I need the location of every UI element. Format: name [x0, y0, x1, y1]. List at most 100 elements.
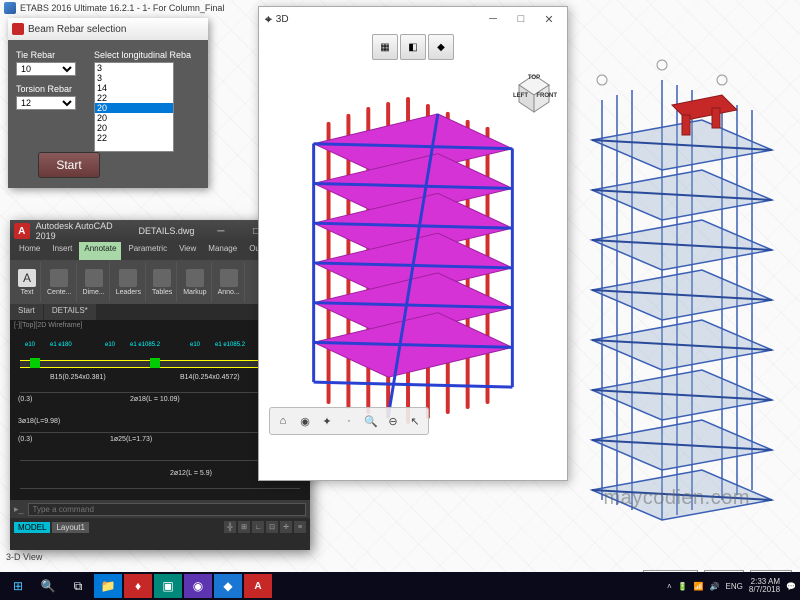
tray-network-icon[interactable]: 📶 [694, 582, 704, 591]
status-icon[interactable]: ⊡ [266, 521, 278, 533]
select-icon[interactable]: ↖ [405, 411, 425, 431]
rebar-app-icon [12, 23, 24, 35]
dim-text: e10 [190, 342, 200, 348]
rebar-selection-dialog: Beam Rebar selection Tie Rebar 10 Torsio… [8, 18, 208, 188]
command-prompt-icon: ▸_ [14, 504, 24, 515]
tray-volume-icon[interactable]: 🔊 [710, 582, 720, 591]
status-icon[interactable]: ≡ [294, 521, 306, 533]
csi-3d-nav-toolbar: ⌂ ◉ ✦ · 🔍 ⊖ ↖ [269, 407, 429, 435]
notifications-icon[interactable]: 💬 [786, 582, 796, 591]
ribbon-group-tables[interactable]: Tables [148, 262, 177, 302]
status-icon[interactable]: ∟ [252, 521, 264, 533]
csi-3d-viewer-window: ⌖ 3D ─ □ ✕ ▦ ◧ ◆ [258, 6, 568, 481]
task-view-icon[interactable]: ⧉ [64, 574, 92, 598]
app-icon[interactable]: ♦ [124, 574, 152, 598]
command-input[interactable] [28, 503, 306, 516]
dim-text: e1 e1085.2 [215, 342, 245, 348]
zoom-icon[interactable]: 🔍 [361, 411, 381, 431]
ribbon-tab-view[interactable]: View [174, 242, 201, 260]
ribbon-tab-insert[interactable]: Insert [47, 242, 77, 260]
dim-text: e1 e180 [50, 342, 72, 348]
ribbon-group-anno[interactable]: Anno... [214, 262, 245, 302]
doc-tab-details[interactable]: DETAILS* [44, 304, 96, 320]
autocad-taskbar-icon[interactable]: A [244, 574, 272, 598]
app-icon[interactable]: ▣ [154, 574, 182, 598]
status-icon[interactable]: ⊞ [238, 521, 250, 533]
search-icon[interactable]: 🔍 [34, 574, 62, 598]
navigation-cube[interactable]: TOP LEFT FRONT [509, 67, 559, 117]
sched-key: 3ø18(L=9.98) [18, 418, 60, 425]
etabs-window-title: ETABS 2016 Ultimate 16.2.1 - 1- For Colu… [4, 2, 224, 14]
tie-rebar-label: Tie Rebar [16, 50, 86, 60]
longitudinal-rebar-list[interactable]: 3 3 14 22 20 20 20 22 [94, 62, 174, 152]
list-item[interactable]: 3 [95, 63, 173, 73]
list-item[interactable]: 3 [95, 73, 173, 83]
ribbon-group-markup[interactable]: Markup [179, 262, 211, 302]
csi-3d-titlebar[interactable]: ⌖ 3D ─ □ ✕ [259, 7, 567, 31]
list-item[interactable]: 22 [95, 133, 173, 143]
list-item[interactable]: 20 [95, 113, 173, 123]
list-item[interactable]: 20 [95, 123, 173, 133]
csi-3d-title-text: 3D [276, 14, 289, 25]
ribbon-tab-manage[interactable]: Manage [203, 242, 242, 260]
ribbon-tab-home[interactable]: Home [14, 242, 45, 260]
dim-text: e10 [25, 342, 35, 348]
ribbon-group-center[interactable]: Cente... [43, 262, 77, 302]
csi-3d-toolbar: ▦ ◧ ◆ [259, 31, 567, 63]
etabs-taskbar-icon[interactable]: ◆ [214, 574, 242, 598]
separator-icon: · [339, 411, 359, 431]
torsion-rebar-select[interactable]: 12 [16, 96, 76, 110]
file-explorer-icon[interactable]: 📁 [94, 574, 122, 598]
status-icon[interactable]: ╬ [224, 521, 236, 533]
maximize-button[interactable]: □ [509, 13, 533, 25]
list-item[interactable]: 22 [95, 93, 173, 103]
close-button[interactable]: ✕ [537, 13, 561, 26]
cube-front-text[interactable]: FRONT [536, 93, 557, 99]
sched-val: 1ø25(L=1.73) [110, 436, 152, 443]
tool-button[interactable]: ▦ [372, 34, 398, 60]
autocad-logo-icon: A [14, 223, 30, 239]
sched-key: (0.3) [18, 436, 32, 443]
list-item[interactable]: 20 [95, 103, 173, 113]
sched-val: 2ø18(L = 10.09) [130, 396, 180, 403]
app-icon[interactable]: ◉ [184, 574, 212, 598]
home-icon[interactable]: ⌂ [273, 411, 293, 431]
ribbon-group-dimension[interactable]: Dime... [79, 262, 110, 302]
system-tray: ˄ 🔋 📶 🔊 ENG 2:33 AM 8/7/2018 💬 [667, 578, 796, 594]
minimize-button[interactable]: ─ [481, 13, 505, 25]
sched-val: 2ø12(L = 5.9) [170, 470, 212, 477]
layout-tab[interactable]: Layout1 [52, 522, 88, 533]
model-tab[interactable]: MODEL [14, 522, 50, 533]
etabs-3d-structure[interactable] [572, 40, 792, 540]
minimize-button[interactable]: ─ [206, 221, 235, 241]
cube-top-text[interactable]: TOP [509, 75, 559, 81]
tool-button[interactable]: ◆ [428, 34, 454, 60]
watermark-text: maycodien.com [603, 487, 750, 510]
longitudinal-rebar-label: Select longitudinal Reba [94, 50, 194, 60]
doc-tab-start[interactable]: Start [10, 304, 43, 320]
start-button-icon[interactable]: ⊞ [4, 574, 32, 598]
ribbon-tab-annotate[interactable]: Annotate [79, 242, 121, 260]
tool-button[interactable]: ◧ [400, 34, 426, 60]
start-button[interactable]: Start [38, 152, 100, 178]
csi-3d-canvas[interactable]: TOP LEFT FRONT ⌂ ◉ ✦ · 🔍 ⊖ ↖ [259, 63, 567, 443]
status-view-label: 3-D View [6, 552, 42, 562]
viewport-label[interactable]: [-][Top][2D Wireframe] [14, 322, 82, 329]
zoom-out-icon[interactable]: ⊖ [383, 411, 403, 431]
pan-icon[interactable]: ✦ [317, 411, 337, 431]
cube-left-text[interactable]: LEFT [513, 93, 528, 99]
status-icon[interactable]: ✛ [280, 521, 292, 533]
ribbon-group-leaders[interactable]: Leaders [112, 262, 146, 302]
tray-chevron-icon[interactable]: ˄ [667, 582, 672, 591]
language-indicator[interactable]: ENG [726, 582, 743, 591]
list-item[interactable]: 14 [95, 83, 173, 93]
ribbon-tab-parametric[interactable]: Parametric [123, 242, 172, 260]
tie-rebar-select[interactable]: 10 [16, 62, 76, 76]
windows-taskbar: ⊞ 🔍 ⧉ 📁 ♦ ▣ ◉ ◆ A ˄ 🔋 📶 🔊 ENG 2:33 AM 8/… [0, 572, 800, 600]
tray-icon[interactable]: 🔋 [678, 582, 688, 591]
ribbon-group-text[interactable]: AText [14, 262, 41, 302]
autocad-command-line: ▸_ [10, 500, 310, 518]
rebar-dialog-titlebar[interactable]: Beam Rebar selection [8, 18, 208, 40]
taskbar-clock[interactable]: 2:33 AM 8/7/2018 [749, 578, 780, 594]
orbit-icon[interactable]: ◉ [295, 411, 315, 431]
